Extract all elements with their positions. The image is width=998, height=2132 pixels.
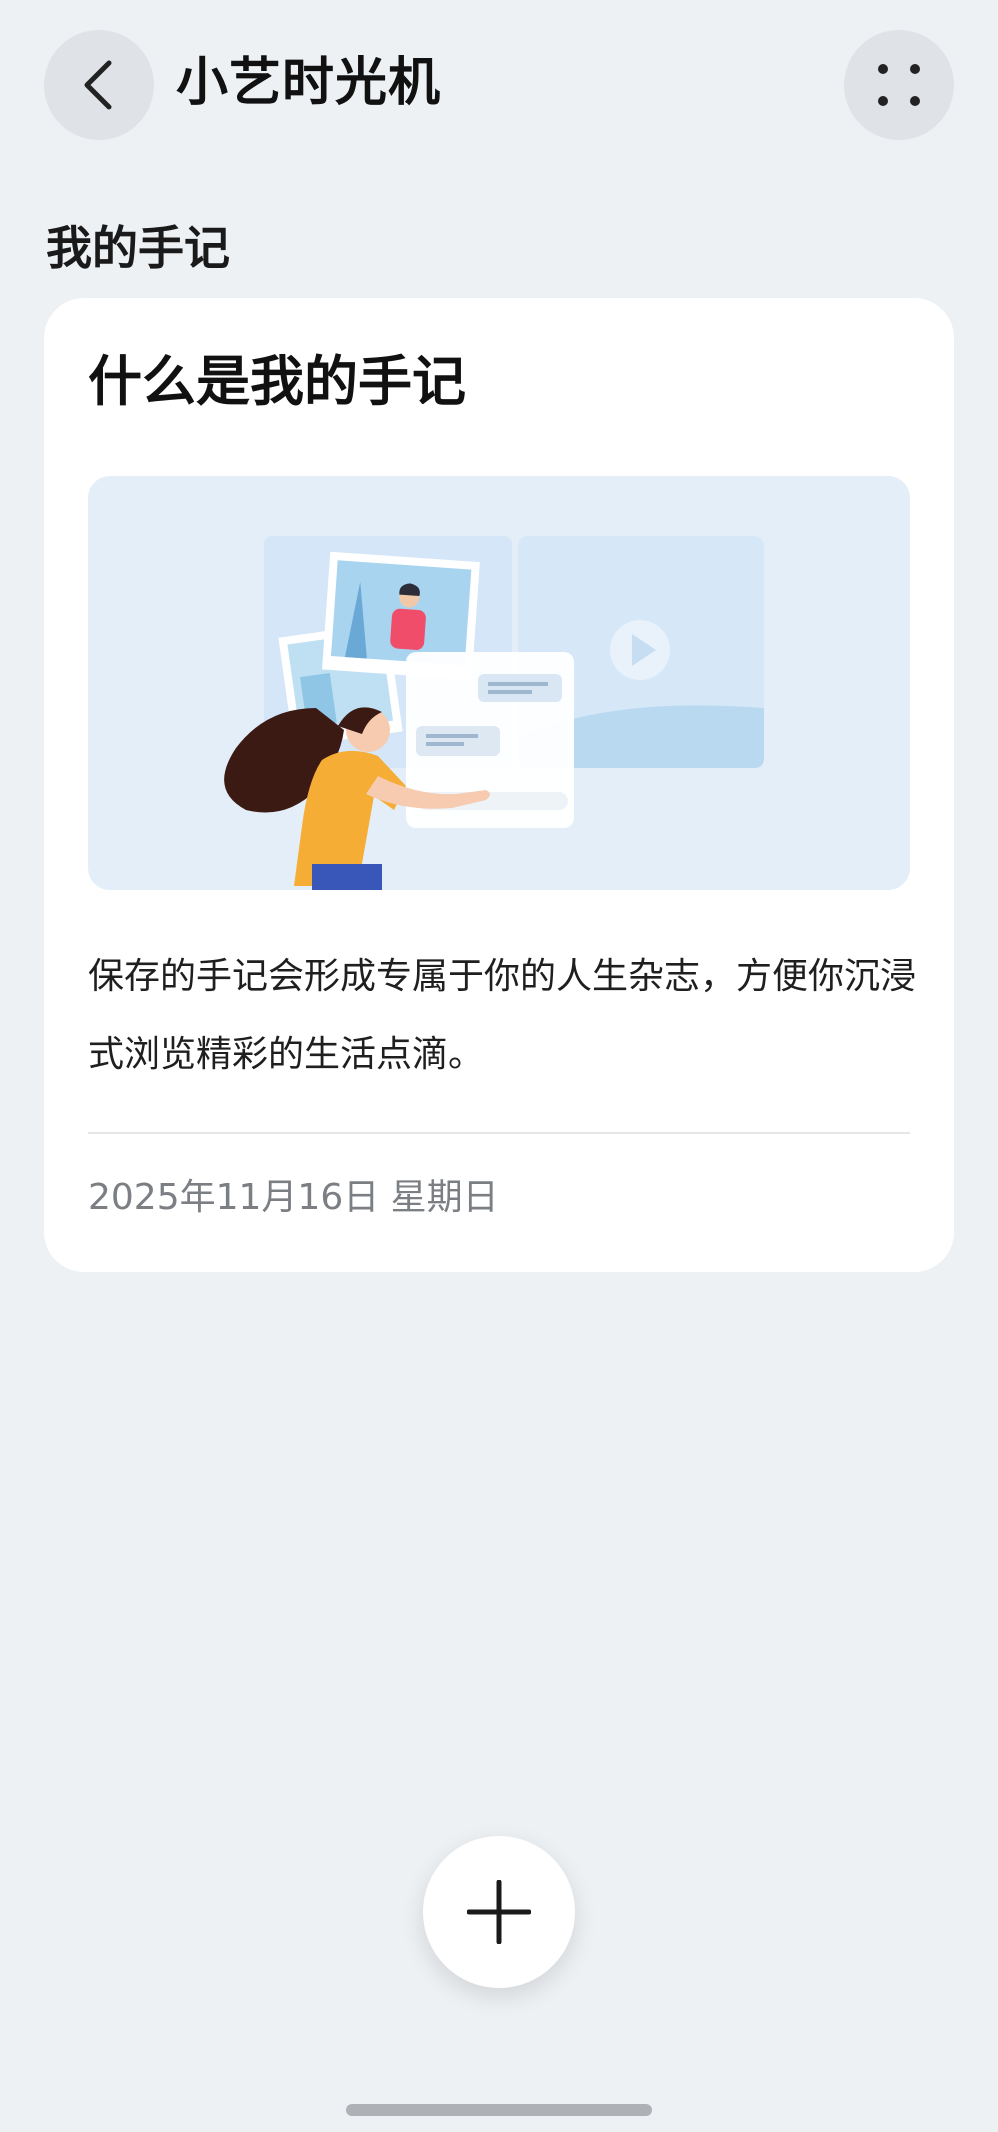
card-title: 什么是我的手记 xyxy=(88,350,466,413)
page-title: 小艺时光机 xyxy=(176,53,442,113)
more-dots-icon xyxy=(878,64,920,106)
chevron-left-icon xyxy=(84,60,112,110)
section-title: 我的手记 xyxy=(46,221,230,275)
note-card[interactable]: 什么是我的手记 保存的手记会形成专属于你的人生杂志，方便你沉浸式浏览精彩的生活点… xyxy=(44,298,954,1272)
plus-icon xyxy=(467,1880,531,1944)
card-description: 保存的手记会形成专属于你的人生杂志，方便你沉浸式浏览精彩的生活点滴。 xyxy=(88,956,917,1075)
card-divider xyxy=(88,1132,910,1134)
home-indicator[interactable] xyxy=(346,2104,652,2116)
journal-illustration-image xyxy=(224,536,764,890)
top-app-bar: 小艺时光机 xyxy=(0,0,998,170)
card-illustration xyxy=(88,476,910,890)
more-button[interactable] xyxy=(844,30,954,140)
card-date: 2025年11月16日 星期日 xyxy=(88,1177,499,1218)
add-note-button[interactable] xyxy=(423,1836,575,1988)
back-button[interactable] xyxy=(44,30,154,140)
